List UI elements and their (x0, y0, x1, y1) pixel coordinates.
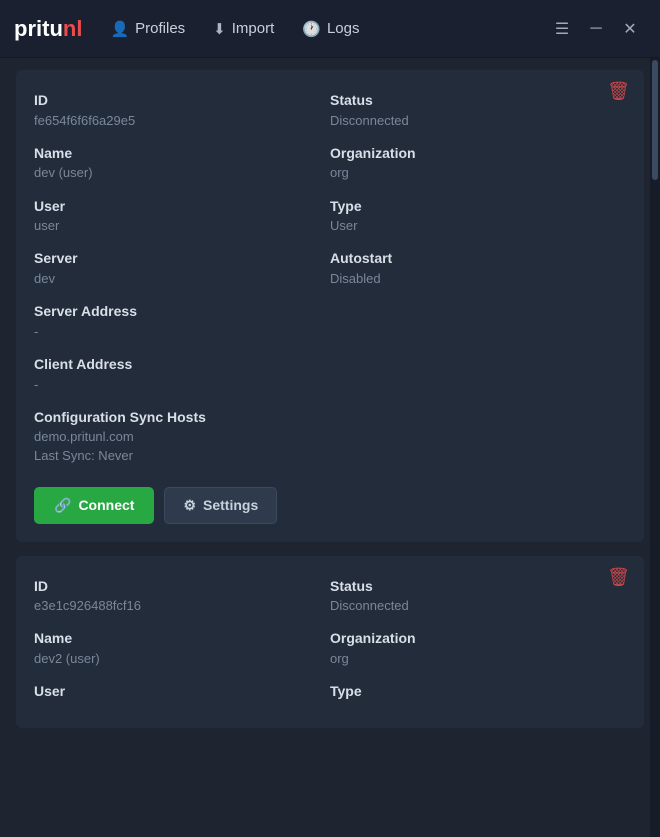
app-logo: pritunl (14, 16, 82, 42)
close-icon: ✕ (623, 19, 636, 39)
user-label-0: User (34, 197, 330, 217)
minimize-button[interactable]: ─ (580, 13, 612, 45)
profile-grid-1: ID e3e1c926488fcf16 Status Disconnected … (34, 570, 626, 710)
minimize-icon: ─ (590, 20, 601, 38)
field-status-0: Status Disconnected (330, 84, 626, 137)
field-id-0: ID fe654f6f6f6a29e5 (34, 84, 330, 137)
nav-logs-label: Logs (327, 20, 360, 37)
autostart-label-0: Autostart (330, 249, 626, 269)
field-client-address-0: Client Address - (34, 348, 626, 401)
profile-card-1: 🗑 ID e3e1c926488fcf16 Status Disconnecte… (16, 556, 644, 728)
scrollbar-track (650, 58, 660, 837)
delete-button-0[interactable]: 🗑 (607, 82, 630, 100)
org-label-1: Organization (330, 629, 626, 649)
close-button[interactable]: ✕ (614, 13, 646, 45)
user-value-0: user (34, 217, 330, 235)
client-address-label-0: Client Address (34, 355, 626, 375)
delete-button-1[interactable]: 🗑 (607, 568, 630, 586)
nav-items: 👤 Profiles ⬇ Import 🕐 Logs (98, 14, 546, 44)
org-value-0: org (330, 164, 626, 182)
server-address-label-0: Server Address (34, 302, 626, 322)
name-value-0: dev (user) (34, 164, 330, 182)
nav-logs[interactable]: 🕐 Logs (290, 14, 371, 44)
id-label-1: ID (34, 577, 330, 597)
status-value-1: Disconnected (330, 597, 626, 615)
card-actions-0: 🔗 Connect ⚙ Settings (34, 487, 626, 524)
logo-text-tunl: nl (63, 16, 83, 41)
menu-icon: ☰ (555, 19, 569, 39)
field-autostart-0: Autostart Disabled (330, 242, 626, 295)
profile-grid-0: ID fe654f6f6f6a29e5 Status Disconnected … (34, 84, 626, 473)
settings-button-0[interactable]: ⚙ Settings (164, 487, 277, 524)
id-label-0: ID (34, 91, 330, 111)
connect-icon-0: 🔗 (54, 497, 71, 514)
field-user-0: User user (34, 190, 330, 243)
field-sync-0: Configuration Sync Hosts demo.pritunl.co… (34, 401, 626, 473)
sync-last-0: Last Sync: Never (34, 447, 626, 465)
status-label-1: Status (330, 577, 626, 597)
sync-host-0: demo.pritunl.com (34, 428, 626, 446)
field-server-address-0: Server Address - (34, 295, 626, 348)
id-value-0: fe654f6f6f6a29e5 (34, 112, 330, 130)
nav-profiles[interactable]: 👤 Profiles (98, 14, 197, 44)
autostart-value-0: Disabled (330, 270, 626, 288)
field-id-1: ID e3e1c926488fcf16 (34, 570, 330, 623)
settings-icon-0: ⚙ (183, 497, 196, 514)
status-value-0: Disconnected (330, 112, 626, 130)
connect-label-0: Connect (78, 497, 134, 513)
type-label-0: Type (330, 197, 626, 217)
type-label-1: Type (330, 682, 626, 702)
field-org-1: Organization org (330, 622, 626, 675)
scrollbar-thumb[interactable] (652, 60, 658, 180)
logo-text-pri: pritu (14, 16, 63, 41)
field-status-1: Status Disconnected (330, 570, 626, 623)
status-label-0: Status (330, 91, 626, 111)
field-name-0: Name dev (user) (34, 137, 330, 190)
org-value-1: org (330, 650, 626, 668)
nav-profiles-label: Profiles (135, 20, 185, 37)
server-value-0: dev (34, 270, 330, 288)
field-server-0: Server dev (34, 242, 330, 295)
logs-icon: 🕐 (302, 20, 321, 38)
navbar: pritunl 👤 Profiles ⬇ Import 🕐 Logs ☰ ─ ✕ (0, 0, 660, 58)
sync-label-0: Configuration Sync Hosts (34, 408, 626, 428)
settings-label-0: Settings (203, 497, 258, 513)
profile-card-0: 🗑 ID fe654f6f6f6a29e5 Status Disconnecte… (16, 70, 644, 542)
user-label-1: User (34, 682, 330, 702)
type-value-0: User (330, 217, 626, 235)
window-controls: ☰ ─ ✕ (546, 13, 646, 45)
main-content: 🗑 ID fe654f6f6f6a29e5 Status Disconnecte… (0, 58, 660, 740)
name-label-0: Name (34, 144, 330, 164)
field-user-1: User (34, 675, 330, 710)
field-type-0: Type User (330, 190, 626, 243)
menu-button[interactable]: ☰ (546, 13, 578, 45)
name-label-1: Name (34, 629, 330, 649)
field-org-0: Organization org (330, 137, 626, 190)
server-label-0: Server (34, 249, 330, 269)
import-icon: ⬇ (213, 20, 226, 38)
server-address-value-0: - (34, 323, 626, 341)
id-value-1: e3e1c926488fcf16 (34, 597, 330, 615)
profiles-icon: 👤 (110, 20, 129, 38)
connect-button-0[interactable]: 🔗 Connect (34, 487, 154, 524)
nav-import-label: Import (232, 20, 275, 37)
name-value-1: dev2 (user) (34, 650, 330, 668)
org-label-0: Organization (330, 144, 626, 164)
field-type-1: Type (330, 675, 626, 710)
nav-import[interactable]: ⬇ Import (201, 14, 286, 44)
client-address-value-0: - (34, 376, 626, 394)
field-name-1: Name dev2 (user) (34, 622, 330, 675)
